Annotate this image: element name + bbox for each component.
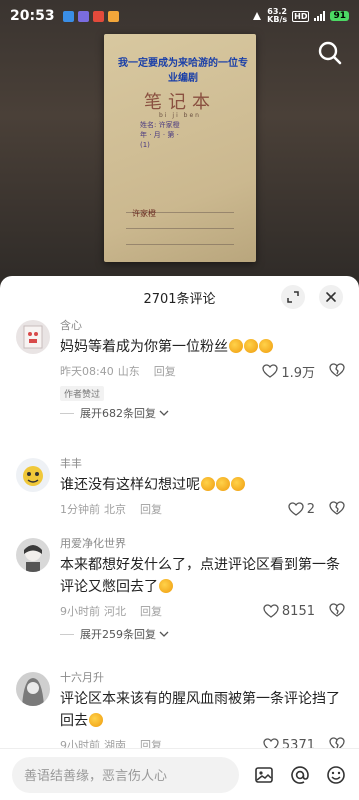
hd-badge: HD [292,10,310,22]
divider [60,633,74,635]
crying-emoji-icon [89,713,103,727]
expand-replies-label: 展开682条回复 [80,407,156,420]
net-speed-unit: KB/s [267,15,288,24]
expand-icon[interactable] [281,285,305,309]
comment-meta: 昨天08:40 山东 回复 1.9万 [60,360,347,382]
app-notification-icon [107,10,119,22]
divider [60,412,74,414]
notebook-line: 年 · 月 · 第 · [140,131,179,139]
net-speed: 63.2 KB/s [267,8,287,24]
author-liked-badge: 作者赞过 [60,386,105,401]
comment-author[interactable]: 用爱净化世界 [60,536,347,552]
notebook-title: 笔记本 [144,92,216,113]
expand-replies-button[interactable]: 展开682条回复 [60,401,347,425]
comments-header: 2701条评论 [0,276,359,318]
heart-eyes-emoji-icon [244,339,258,353]
close-icon[interactable] [319,285,343,309]
notebook-line: (1) [140,141,150,149]
app-notification-icon [62,10,74,22]
comment-text-body: 谁还没有这样幻想过呢 [60,477,200,493]
dislike-icon[interactable] [329,602,345,620]
comment-author[interactable]: 十六月升 [60,670,347,686]
avatar[interactable] [16,458,50,492]
avatar[interactable] [16,672,50,706]
notification-icons [62,10,119,22]
comment-input[interactable]: 善语结善缘，恶言伤人心 [12,756,239,793]
expand-replies-button[interactable]: 展开259条回复 [60,622,347,646]
comment-time: 昨天08:40 [60,365,114,378]
comment-meta: 9小时前 河北 回复 8151 [60,600,347,622]
comment-text-body: 妈妈等着成为你第一位粉丝 [60,339,228,355]
comment-input-bar: 善语结善缘，恶言伤人心 [0,748,359,800]
app-notification-icon [92,10,104,22]
avatar[interactable] [16,538,50,572]
comment-item: 含心 妈妈等着成为你第一位粉丝 昨天08:40 山东 回复 1.9万 作者赞过 … [0,318,359,450]
heart-icon [288,502,304,516]
comment-time: 1分钟前 [60,503,100,516]
comment-location: 北京 [104,503,126,516]
heart-eyes-emoji-icon [229,339,243,353]
video-background[interactable]: 我一定要成为来哈游的一位专业编剧 笔记本 bi ji ben 姓名: 许家橙 年… [0,0,359,290]
chevron-down-icon [159,631,169,637]
notebook-line: 姓名: 许家橙 [140,121,180,129]
like-button[interactable]: 1.9万 [262,362,315,381]
reply-button[interactable]: 回复 [154,363,176,379]
chevron-down-icon [159,410,169,416]
comments-count-title: 2701条评论 [143,291,216,307]
alarm-icon [253,12,262,20]
like-button[interactable]: 8151 [263,604,315,619]
heart-icon [262,364,278,378]
crying-emoji-icon [201,477,215,491]
notebook-rule [126,228,234,229]
comment-item: 丰丰 谁还没有这样幻想过呢 1分钟前 北京 回复 2 [0,456,359,536]
laughing-emoji-icon [159,579,173,593]
notebook-signature: 许家橙 [132,209,156,218]
avatar[interactable] [16,320,50,354]
dislike-icon[interactable] [329,500,345,518]
status-right: 63.2 KB/s HD 91 [252,8,349,24]
comments-panel: 2701条评论 含心 妈妈等着成为你第一位粉丝 昨天08:40 山东 回复 1.… [0,276,359,800]
comment-text: 本来都想好发什么了，点进评论区看到第一条评论又憋回去了 [60,554,347,598]
comment-text: 谁还没有这样幻想过呢 [60,474,347,496]
heart-icon [263,604,279,618]
like-count: 1.9万 [281,365,315,381]
at-icon[interactable] [289,764,311,786]
image-icon[interactable] [253,764,275,786]
comment-meta: 1分钟前 北京 回复 2 [60,498,347,520]
notebook-rule [126,244,234,245]
comment-location: 山东 [117,365,140,378]
reply-button[interactable]: 回复 [140,603,162,619]
like-count: 2 [306,501,315,517]
battery-indicator: 91 [330,11,349,21]
crying-emoji-icon [231,477,245,491]
crying-emoji-icon [216,477,230,491]
expand-replies-label: 展开259条回复 [80,628,156,641]
comment-text-body: 本来都想好发什么了，点进评论区看到第一条评论又憋回去了 [60,557,340,595]
status-bar: 20:53 63.2 KB/s HD 91 [0,0,359,32]
comment-input-placeholder: 善语结善缘，恶言伤人心 [24,769,168,784]
app-notification-icon [77,10,89,22]
like-count: 8151 [281,603,315,619]
comment-author[interactable]: 含心 [60,318,347,334]
video-caption: 我一定要成为来哈游的一位专业编剧 [118,58,248,84]
heart-eyes-emoji-icon [259,339,273,353]
comment-time: 9小时前 [60,605,100,618]
dislike-icon[interactable] [329,362,345,380]
notebook-lines: 姓名: 许家橙 年 · 月 · 第 · (1) [140,120,180,150]
search-icon[interactable] [317,40,343,66]
comment-author[interactable]: 丰丰 [60,456,347,472]
comment-text: 妈妈等着成为你第一位粉丝 [60,336,347,358]
like-button[interactable]: 2 [288,502,315,517]
comment-item: 用爱净化世界 本来都想好发什么了，点进评论区看到第一条评论又憋回去了 9小时前 … [0,536,359,666]
emoji-icon[interactable] [325,764,347,786]
notebook-pinyin: bi ji ben [159,112,201,119]
comment-location: 河北 [104,605,126,618]
signal-icon [314,11,326,21]
comment-text: 评论区本来该有的腥风血雨被第一条评论挡了回去 [60,688,347,732]
status-time: 20:53 [10,8,55,24]
reply-button[interactable]: 回复 [140,501,162,517]
notebook-image: 我一定要成为来哈游的一位专业编剧 笔记本 bi ji ben 姓名: 许家橙 年… [104,34,256,262]
